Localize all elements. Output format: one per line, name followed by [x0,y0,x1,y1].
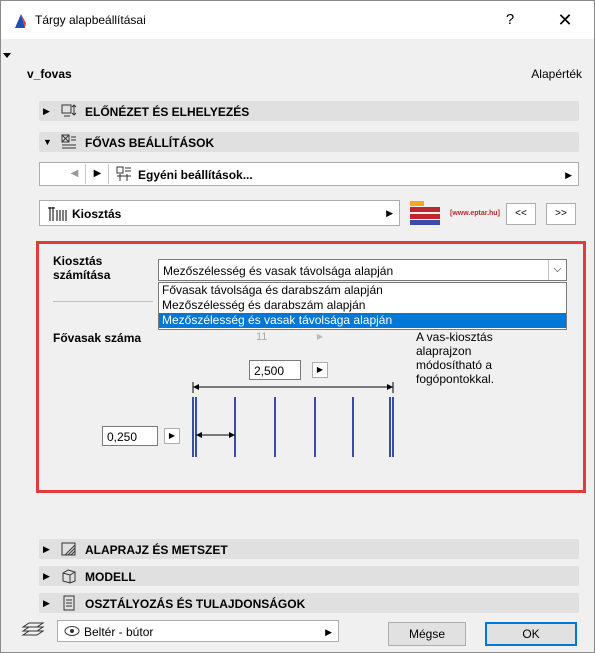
layer-value: Beltér - bútor [84,625,154,639]
close-button[interactable]: ✕ [550,9,580,31]
ok-button[interactable]: OK [485,622,577,646]
defaults-label: Alapérték [531,67,582,81]
settings-table-icon [61,134,76,149]
cancel-button[interactable]: Mégse [388,622,466,646]
section-classification[interactable]: ▶ OSZTÁLYOZÁS ÉS TULAJDONSÁGOK [39,593,579,613]
preview-icon [61,104,77,117]
section-preview[interactable]: ▶ ELŐNÉZET ÉS ELHELYEZÉS [39,101,579,121]
distribution-icon [48,207,67,221]
rebar-lines [192,397,394,457]
next-arrow-icon[interactable]: ▶ [87,164,109,184]
dialog-window: Tárgy alapbeállításai ? ✕ v_fovas Alapér… [0,0,595,653]
help-button[interactable]: ? [495,9,525,31]
page-label: Kiosztás [72,207,122,221]
expand-arrow-icon: ▶ [43,106,50,116]
layer-select[interactable]: Beltér - bútor ▶ [57,620,339,642]
title-bar: Tárgy alapbeállításai ? ✕ [1,1,594,39]
chevron-right-icon[interactable]: ▶ [386,208,393,219]
floorplan-icon [61,542,76,556]
chevron-down-icon[interactable]: ⌵ [548,260,566,280]
bar-spacing-input[interactable]: 0,250 [102,426,158,446]
calc-label-line1: Kiosztás [53,254,103,268]
section-label: OSZTÁLYOZÁS ÉS TULAJDONSÁGOK [85,597,306,611]
document-list-icon [63,595,75,611]
rebar-diagram [192,382,394,457]
section-floorplan[interactable]: ▶ ALAPRAJZ ÉS METSZET [39,539,579,559]
calc-method-dropdown: Fővasak távolsága és darabszám alapján M… [158,282,567,330]
page-selector[interactable]: Kiosztás ▶ [39,200,400,226]
chevron-right-icon[interactable]: ▶ [565,170,572,181]
collapse-arrow-icon: ▼ [43,137,52,147]
section-label: FŐVAS BEÁLLÍTÁSOK [85,136,215,150]
eptar-logo: [www.eptar.hu] [410,200,502,226]
calc-method-select[interactable]: Mezőszélesség és vasak távolsága alapján… [158,259,567,281]
section-label: ALAPRAJZ ÉS METSZET [85,543,228,557]
field-width-stepper-icon[interactable]: ▶ [312,362,328,378]
collapse-arrow-icon[interactable] [3,53,11,58]
bar-spacing-stepper-icon[interactable]: ▶ [164,428,180,444]
calc-method-value: Mezőszélesség és vasak távolsága alapján [163,264,394,278]
help-line: alaprajzon [416,344,472,358]
layer-icon [21,622,45,636]
calc-label-line2: számítása [53,268,111,282]
previous-page-button[interactable]: << [506,203,536,225]
custom-settings-icon [116,166,131,181]
dropdown-option[interactable]: Mezőszélesség és darabszám alapján [159,298,566,313]
chevron-right-icon[interactable]: ▶ [325,627,332,638]
custom-settings-bar: ◀ ▶ Egyéni beállítások... ▶ [39,162,579,186]
dropdown-option-selected[interactable]: Mezőszélesség és vasak távolsága alapján [159,313,566,328]
help-note: A vas-kiosztás alaprajzon módosítható a … [416,330,526,386]
object-name: v_fovas [27,67,72,81]
model-cube-icon [62,569,76,584]
bar-count-stepper-icon: ▶ [316,332,324,341]
app-icon [15,14,26,28]
expand-arrow-icon: ▶ [43,571,50,581]
field-width-input[interactable]: 2,500 [249,360,301,380]
section-label: ELŐNÉZET ÉS ELHELYEZÉS [85,105,250,119]
bar-count-label: Fővasak száma [53,331,142,345]
logo-text: [www.eptar.hu] [450,210,500,217]
expand-arrow-icon: ▶ [43,598,50,608]
help-line: módosítható a [416,358,493,372]
expand-arrow-icon: ▶ [43,544,50,554]
help-line: A vas-kiosztás [416,330,493,344]
custom-settings-label[interactable]: Egyéni beállítások... [138,168,253,182]
section-label: MODELL [85,570,136,584]
eye-icon [64,626,80,636]
previous-arrow-icon[interactable]: ◀ [64,164,86,184]
next-page-button[interactable]: >> [546,203,576,225]
window-title: Tárgy alapbeállításai [35,13,146,27]
dropdown-option[interactable]: Fővasak távolsága és darabszám alapján [159,283,566,298]
section-model[interactable]: ▶ MODELL [39,566,579,586]
bar-count-field: 11 [256,331,268,343]
help-line: fogópontokkal. [416,372,495,386]
divider [53,301,153,302]
section-main-bar[interactable]: ▼ FŐVAS BEÁLLÍTÁSOK [39,132,579,152]
